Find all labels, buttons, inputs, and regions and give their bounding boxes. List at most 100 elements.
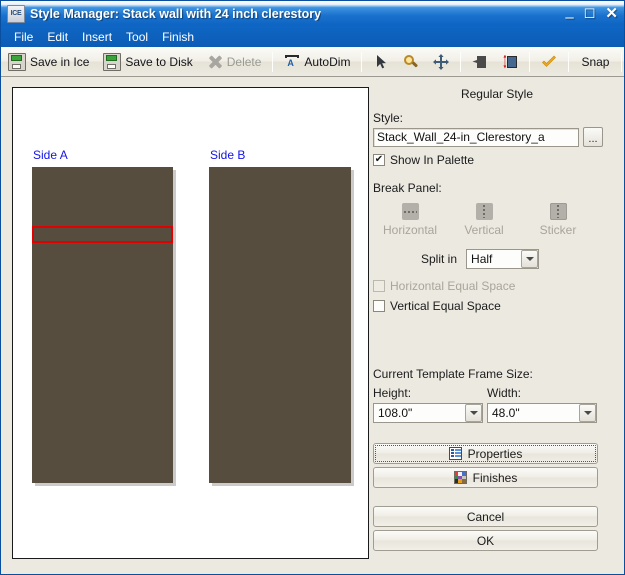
break-horizontal-icon [401,203,419,220]
show-in-palette-checkbox[interactable]: ✔ [373,154,385,166]
list-properties-icon [448,447,462,460]
frame-size-label: Current Template Frame Size: [373,367,533,381]
title-bar: ICE Style Manager: Stack wall with 24 in… [1,1,624,26]
menu-item-tool[interactable]: Tool [119,28,155,46]
menu-item-finish[interactable]: Finish [155,28,201,46]
split-in-row: Split in Half [373,249,621,269]
style-field-label: Style: [373,111,404,125]
selected-course-highlight[interactable] [32,226,173,243]
menu-bar: File Edit Insert Tool Finish [1,26,624,47]
wall-height-icon [502,54,518,70]
break-sticker-icon [549,203,567,220]
break-vertical-button: Vertical [447,203,521,237]
break-sticker-button: Sticker [521,203,595,237]
save-to-disk-label: Save to Disk [125,54,193,69]
close-button[interactable]: ✕ [605,6,618,21]
delete-x-icon [207,54,223,70]
save-in-ice-label: Save in Ice [30,54,90,69]
width-value: 48.0" [492,406,520,420]
toolbar-separator [568,51,570,72]
delete-label: Delete [226,54,262,69]
cancel-label: Cancel [466,509,505,524]
browse-style-button[interactable]: ... [583,127,603,147]
show-in-palette-label: Show In Palette [390,153,475,167]
pan-tool-button[interactable] [427,49,455,75]
break-vertical-icon [475,203,493,220]
vertical-equal-space-label: Vertical Equal Space [390,299,501,313]
color-swatch-icon [453,471,467,484]
height-select[interactable]: 108.0" [373,403,483,423]
cancel-button[interactable]: Cancel [373,506,598,527]
toolbar: Save in Ice Save to Disk Delete AutoDim [1,47,624,77]
width-select[interactable]: 48.0" [487,403,597,423]
break-sticker-label: Sticker [539,223,577,237]
break-vertical-label: Vertical [464,223,504,237]
toolbar-separator [272,51,274,72]
move-arrows-icon [433,53,450,70]
wall-panel-side-b[interactable] [209,167,351,483]
menu-item-file[interactable]: File [7,28,40,46]
chevron-down-icon[interactable] [579,404,596,422]
break-horizontal-button: Horizontal [373,203,447,237]
vertical-equal-space-checkbox[interactable] [373,300,385,312]
select-tool-button[interactable] [367,49,395,75]
toolbar-separator [529,51,531,72]
magnifier-icon [403,54,419,70]
minimize-button[interactable]: – [565,10,573,25]
maximize-button[interactable]: ☐ [584,6,596,21]
horizontal-equal-space-label: Horizontal Equal Space [390,279,516,293]
ok-button[interactable]: OK [373,530,598,551]
wall-end-tool-button[interactable] [466,49,494,75]
side-b-label: Side B [210,148,246,162]
break-panel-label: Break Panel: [373,181,442,195]
split-in-select[interactable]: Half [466,249,540,269]
window-title: Style Manager: Stack wall with 24 inch c… [30,6,322,21]
save-in-ice-button[interactable]: Save in Ice [2,49,95,75]
style-manager-window: ICE Style Manager: Stack wall with 24 in… [0,0,625,575]
vertical-equal-space-row[interactable]: Vertical Equal Space [373,299,621,313]
autodim-button[interactable]: AutoDim [278,49,356,75]
break-horizontal-label: Horizontal [382,223,438,237]
wall-end-icon [472,54,488,70]
menu-item-edit[interactable]: Edit [40,28,75,46]
properties-label: Properties [467,446,523,461]
finishes-button[interactable]: Finishes [373,467,598,488]
width-label: Width: [487,386,522,400]
confirm-tool-button[interactable] [535,49,563,75]
checkmark-icon [541,54,557,70]
show-in-palette-row[interactable]: ✔ Show In Palette [373,153,621,167]
window-controls: – ☐ ✕ [565,1,618,26]
horizontal-equal-space-row: Horizontal Equal Space [373,279,621,293]
height-value: 108.0" [378,406,413,420]
chevron-down-icon[interactable] [521,250,539,268]
split-in-label: Split in [421,252,458,266]
panel-heading: Regular Style [460,87,534,101]
save-to-disk-button[interactable]: Save to Disk [97,49,198,75]
toolbar-separator [621,51,623,72]
wall-panel-side-a[interactable] [32,167,173,483]
properties-button[interactable]: Properties [373,443,598,464]
style-properties-panel: Regular Style Style: Stack_Wall_24-in_Cl… [373,83,621,561]
zoom-tool-button[interactable] [397,49,425,75]
style-name-input[interactable]: Stack_Wall_24-in_Clerestory_a [373,127,579,147]
toolbar-separator [361,51,363,72]
drawing-canvas[interactable]: Side A Side B [12,87,369,559]
auto-dimension-icon [284,54,300,70]
menu-item-insert[interactable]: Insert [75,28,119,46]
side-a-label: Side A [33,148,68,162]
floppy-disk-icon [103,52,122,71]
app-icon: ICE [7,4,25,23]
floppy-disk-icon [8,52,26,71]
toolbar-separator [460,51,462,72]
finishes-label: Finishes [472,470,518,485]
arrow-pointer-icon [373,54,389,70]
height-label: Height: [373,386,412,400]
delete-button: Delete [201,49,268,75]
autodim-label: AutoDim [304,54,351,69]
ok-label: OK [476,533,495,548]
chevron-down-icon[interactable] [465,404,482,422]
horizontal-equal-space-checkbox [373,280,385,292]
snap-button[interactable]: Snap [573,55,617,69]
split-in-value: Half [471,252,493,266]
wall-height-tool-button[interactable] [496,49,524,75]
